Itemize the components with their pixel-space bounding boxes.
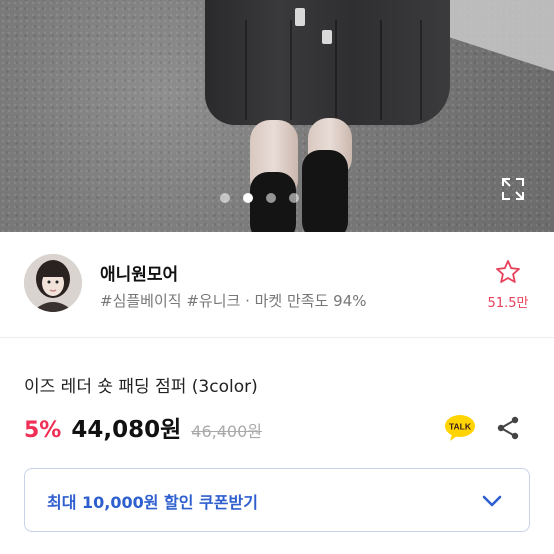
- zipper-pull: [322, 30, 332, 44]
- shop-avatar[interactable]: [24, 254, 82, 312]
- shop-tags: #심플베이직 #유니크 · 마켓 만족도 94%: [100, 292, 367, 310]
- zipper-pull: [295, 8, 305, 26]
- skirt-pleat: [335, 20, 337, 120]
- discount-rate: 5%: [24, 418, 62, 443]
- carousel-dot[interactable]: [266, 193, 276, 203]
- shop-name[interactable]: 애니원모어: [100, 260, 178, 285]
- expand-icon[interactable]: [500, 176, 526, 202]
- sale-price: 44,080원: [71, 417, 182, 443]
- carousel-indicator: [220, 193, 299, 203]
- carousel-dot[interactable]: [289, 193, 299, 203]
- talk-icon[interactable]: TALK: [444, 414, 476, 442]
- coupon-label: 최대 10,000원 할인 쿠폰받기: [47, 493, 258, 512]
- shop-info-row[interactable]: 애니원모어 #심플베이직 #유니크 · 마켓 만족도 94% 51.5만: [0, 232, 554, 338]
- pleated-skirt: [205, 0, 450, 125]
- original-price: 46,400원: [191, 422, 262, 441]
- carousel-dot[interactable]: [220, 193, 230, 203]
- product-hero-image[interactable]: [0, 0, 554, 232]
- skirt-pleat: [380, 20, 382, 120]
- right-knee-sock: [302, 150, 348, 232]
- carousel-dot-active[interactable]: [243, 193, 253, 203]
- coupon-download-button[interactable]: 최대 10,000원 할인 쿠폰받기: [24, 468, 530, 532]
- talk-icon-label: TALK: [449, 422, 472, 432]
- like-count: 51.5만: [487, 296, 529, 311]
- share-icon[interactable]: [495, 415, 521, 441]
- skirt-pleat: [290, 20, 292, 120]
- product-title: 이즈 레더 숏 패딩 점퍼 (3color): [24, 377, 258, 397]
- star-icon[interactable]: [494, 258, 522, 286]
- skirt-pleat: [245, 20, 247, 120]
- skirt-pleat: [420, 20, 422, 120]
- chevron-down-icon: [482, 495, 502, 507]
- price-row: 5% 44,080원 46,400원: [24, 410, 262, 443]
